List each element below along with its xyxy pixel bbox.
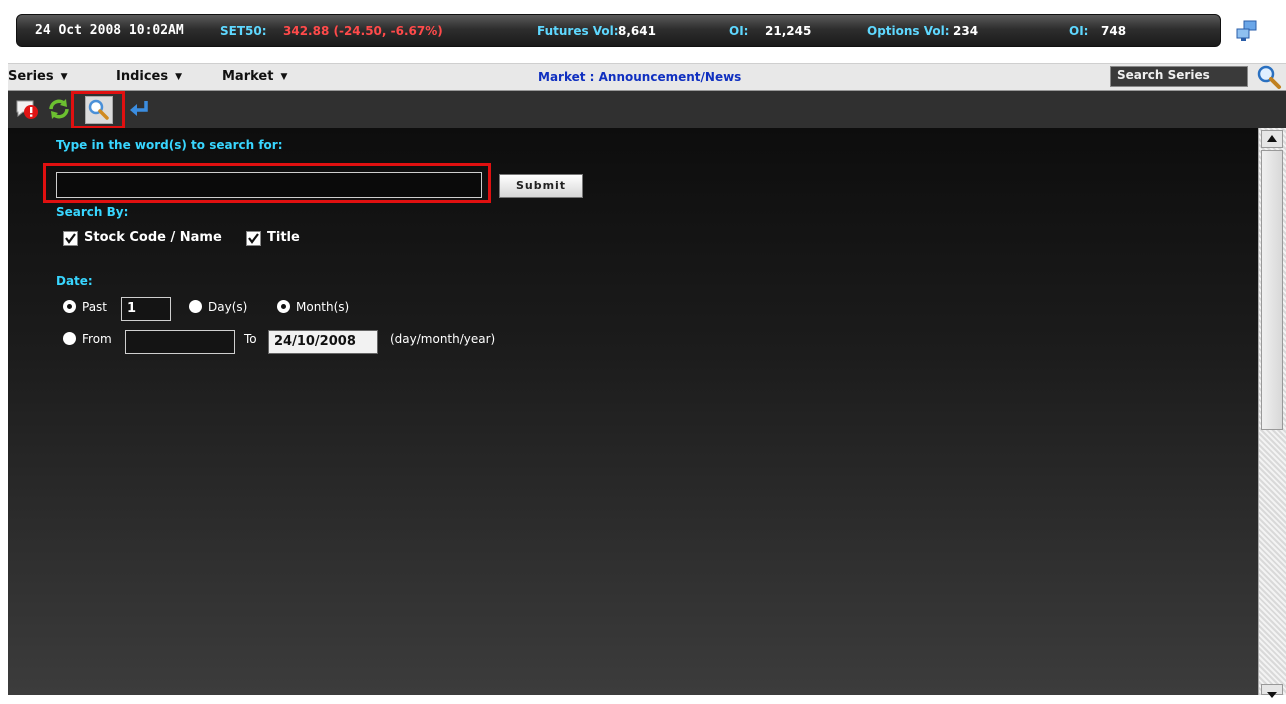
submit-button[interactable]: Submit [499, 174, 583, 198]
days-label: Day(s) [208, 300, 248, 314]
title-checkbox[interactable] [246, 231, 261, 246]
to-label: To [244, 332, 257, 346]
network-status-icon[interactable] [1235, 20, 1259, 42]
from-date-input[interactable] [125, 330, 235, 354]
options-vol-value: 234 [953, 24, 979, 38]
alert-icon[interactable] [14, 96, 40, 122]
arrow-down-icon [1267, 692, 1277, 698]
search-icon[interactable] [85, 96, 113, 124]
title-label: Title [267, 230, 300, 245]
past-label: Past [82, 300, 108, 314]
months-label: Month(s) [296, 300, 350, 314]
market-ticker-bar: 24 Oct 2008 10:02AM SET50: 342.88 (-24.5… [16, 14, 1221, 47]
futures-oi-value: 21,245 [765, 24, 812, 38]
scrollbar-thumb[interactable] [1261, 150, 1283, 430]
futures-oi-label: OI: [729, 24, 749, 38]
chevron-down-icon: ▼ [280, 72, 288, 82]
set50-label: SET50: [220, 24, 267, 38]
checkmark-icon [65, 233, 76, 244]
past-radio[interactable] [63, 300, 76, 313]
from-radio[interactable] [63, 332, 76, 345]
futures-vol-value: 8,641 [618, 24, 656, 38]
options-oi-value: 748 [1101, 24, 1127, 38]
past-count-input[interactable]: 1 [121, 297, 171, 321]
keyword-search-input[interactable] [56, 172, 482, 198]
arrow-up-icon [1267, 135, 1277, 142]
scroll-up-button[interactable] [1261, 130, 1283, 148]
from-label: From [82, 332, 112, 346]
chevron-down-icon: ▼ [175, 72, 183, 82]
refresh-icon[interactable] [46, 96, 72, 122]
date-label: Date: [56, 274, 93, 288]
menu-series-label: Series [8, 69, 54, 84]
toolbar [8, 91, 1286, 129]
menu-indices-label: Indices [116, 69, 169, 84]
search-form-panel: Type in the word(s) to search for: Submi… [8, 128, 1258, 695]
stock-code-label: Stock Code / Name [84, 230, 222, 245]
vertical-scrollbar[interactable] [1258, 128, 1286, 698]
chevron-down-icon: ▼ [60, 72, 68, 82]
date-format-hint: (day/month/year) [390, 332, 496, 346]
checkmark-icon [248, 233, 259, 244]
menu-market-label: Market [222, 69, 274, 84]
futures-vol-label: Futures Vol: [537, 24, 619, 38]
menu-series[interactable]: Series ▼ [8, 69, 68, 84]
months-radio[interactable] [277, 300, 290, 313]
stock-code-checkbox[interactable] [63, 231, 78, 246]
ticker-datetime: 24 Oct 2008 10:02AM [35, 23, 184, 38]
set50-value: 342.88 (-24.50, -6.67%) [283, 24, 443, 38]
back-arrow-icon[interactable] [126, 96, 152, 122]
options-oi-label: OI: [1069, 24, 1089, 38]
search-series-input[interactable]: Search Series [1110, 66, 1248, 87]
options-vol-label: Options Vol: [867, 24, 950, 38]
menu-bar: Series ▼ Indices ▼ Market ▼ Market : Announ… [8, 63, 1286, 91]
keyword-prompt-label: Type in the word(s) to search for: [56, 138, 283, 152]
search-by-label: Search By: [56, 205, 129, 219]
page-title: Market : Announcement/News [538, 70, 742, 84]
days-radio[interactable] [189, 300, 202, 313]
menu-market[interactable]: Market ▼ [222, 69, 287, 84]
menu-indices[interactable]: Indices ▼ [116, 69, 182, 84]
to-date-input[interactable]: 24/10/2008 [268, 330, 378, 354]
search-icon[interactable] [1256, 64, 1282, 90]
scroll-down-button[interactable] [1261, 684, 1283, 698]
